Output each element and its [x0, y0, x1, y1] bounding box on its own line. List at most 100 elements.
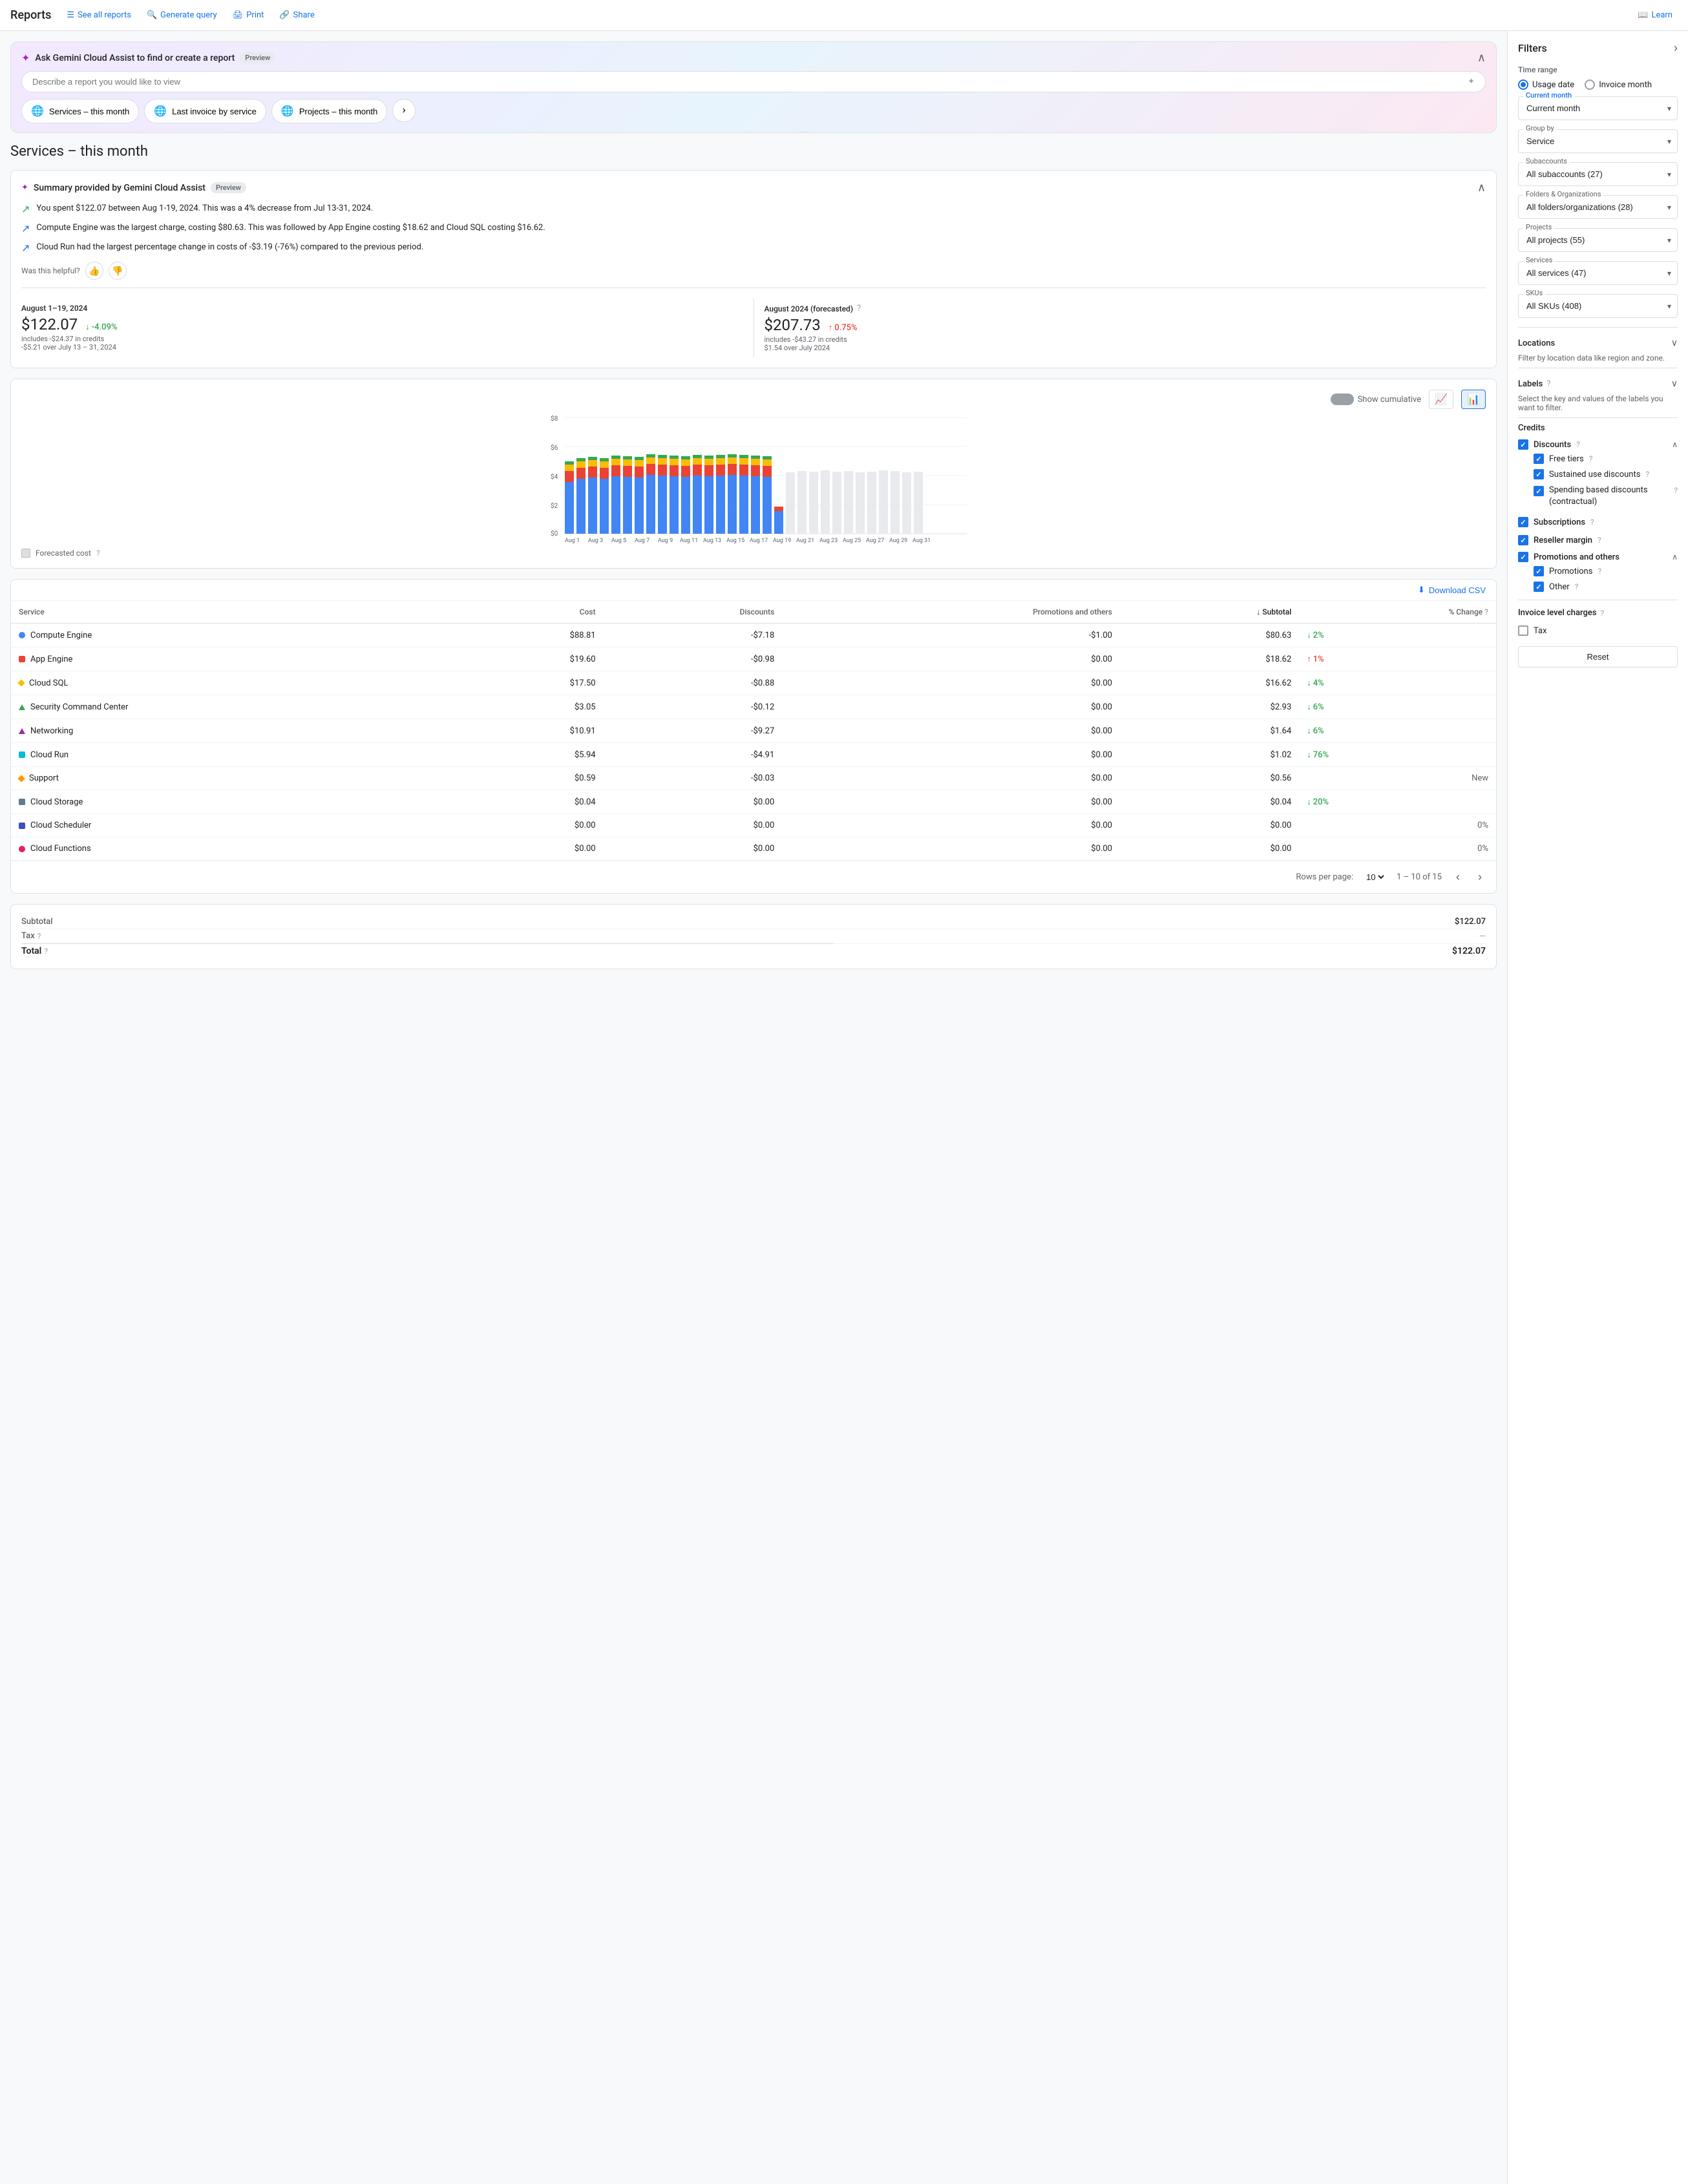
invoice-month-radio[interactable]: Invoice month — [1585, 79, 1652, 90]
collapse-summary-button[interactable]: ∧ — [1477, 181, 1486, 194]
download-csv-button[interactable]: ⬇ Download CSV — [1418, 585, 1486, 595]
gemini-bar: ✦ Ask Gemini Cloud Assist to find or cre… — [10, 41, 1497, 133]
help-icon-invoice[interactable]: ? — [1601, 609, 1605, 618]
table-row: App Engine $19.60 -$0.98 $0.00 $18.62 ↑1… — [11, 647, 1496, 671]
help-icon-forecast[interactable]: ? — [857, 304, 861, 313]
promotions-header[interactable]: ✓ Promotions and others ∧ — [1518, 551, 1678, 563]
quick-report-next[interactable]: › — [392, 99, 416, 122]
chart-card: Show cumulative 📈 📊 $8 $6 $4 $2 $0 — [10, 379, 1497, 569]
table-row: Compute Engine $88.81 -$7.18 -$1.00 $80.… — [11, 624, 1496, 647]
reset-button[interactable]: Reset — [1518, 646, 1678, 667]
promotions-parent-checkbox[interactable]: ✓ — [1518, 552, 1528, 562]
help-icon-tax[interactable]: ? — [37, 932, 41, 941]
table-row: Cloud SQL $17.50 -$0.88 $0.00 $16.62 ↓4% — [11, 671, 1496, 695]
link-icon: 🔗 — [279, 10, 290, 20]
other-checkbox[interactable]: ✓ — [1534, 582, 1544, 592]
gemini-input-row: ✦ — [21, 71, 1486, 92]
thumbs-down-button[interactable]: 👎 — [109, 262, 127, 280]
invoice-charges-label: Invoice level charges — [1518, 608, 1597, 618]
page-title: Services – this month — [10, 143, 1497, 160]
tax-checkbox[interactable] — [1518, 625, 1528, 636]
services-icon: 🌐 — [31, 105, 44, 118]
free-tiers-checkbox[interactable]: ✓ — [1534, 454, 1544, 464]
help-icon-labels[interactable]: ? — [1546, 379, 1550, 389]
help-icon-reseller[interactable]: ? — [1598, 536, 1601, 545]
generate-query-link[interactable]: 🔍 Generate query — [142, 8, 222, 23]
current-month-select[interactable]: Current month Last month Custom range — [1518, 96, 1678, 120]
quick-report-invoice[interactable]: 🌐 Last invoice by service — [144, 99, 266, 123]
group-by-floating-label: Group by — [1523, 124, 1557, 132]
usage-date-radio[interactable]: Usage date — [1518, 79, 1574, 90]
next-page-button[interactable]: › — [1474, 869, 1486, 885]
time-range-section: Time range Usage date Invoice month Curr… — [1518, 65, 1678, 120]
stat-change-current: ↓ -4.09% — [85, 322, 117, 332]
help-icon-free-tiers[interactable]: ? — [1589, 454, 1593, 463]
share-link[interactable]: 🔗 Share — [274, 8, 319, 23]
help-icon-other[interactable]: ? — [1575, 582, 1579, 591]
sustained-use-checkbox[interactable]: ✓ — [1534, 469, 1544, 479]
help-icon-subscriptions[interactable]: ? — [1590, 518, 1594, 527]
see-all-reports-link[interactable]: ☰ See all reports — [61, 8, 136, 23]
col-service: Service — [11, 601, 456, 624]
sidebar-title: Filters — [1518, 42, 1547, 54]
totals-bar: Subtotal $122.07 Tax ? — Total ? — [10, 904, 1497, 969]
help-icon-total[interactable]: ? — [44, 947, 48, 956]
svg-text:Aug 27: Aug 27 — [866, 538, 884, 543]
table-row: Cloud Storage $0.04 $0.00 $0.00 $0.04 ↓2… — [11, 790, 1496, 814]
cumulative-label: Show cumulative — [1358, 395, 1422, 404]
rows-per-page-select[interactable]: 10 25 50 — [1364, 872, 1386, 883]
table-row: Networking $10.91 -$9.27 $0.00 $1.64 ↓6% — [11, 719, 1496, 743]
svg-text:Aug 3: Aug 3 — [588, 538, 603, 543]
learn-link[interactable]: 📖 Learn — [1632, 8, 1678, 23]
prev-page-button[interactable]: ‹ — [1452, 869, 1464, 885]
promotions-others-label: Promotions and others — [1534, 552, 1619, 562]
discounts-group: ✓ Discounts ? ∧ ✓ Free tiers ? — [1518, 438, 1678, 510]
tax-value: — — [833, 929, 1486, 944]
subaccounts-select[interactable]: All subaccounts (27) — [1518, 162, 1678, 186]
line-chart-btn[interactable]: 📈 — [1429, 390, 1453, 409]
gemini-submit-icon[interactable]: ✦ — [1468, 77, 1475, 87]
help-icon-spending[interactable]: ? — [1674, 486, 1678, 495]
subscriptions-checkbox[interactable]: ✓ — [1518, 517, 1528, 527]
up-arrow-icon: ↑ — [828, 322, 833, 333]
promotions-checkbox[interactable]: ✓ — [1534, 566, 1544, 576]
help-icon-forecasted[interactable]: ? — [96, 549, 100, 558]
down-arrow-icon: ↓ — [85, 322, 90, 332]
help-icon-discounts[interactable]: ? — [1576, 440, 1580, 449]
col-change[interactable]: % Change ? — [1299, 601, 1496, 624]
quick-report-services[interactable]: 🌐 Services – this month — [21, 99, 139, 123]
summary-bullet-2: ↗ Compute Engine was the largest charge,… — [21, 222, 1486, 235]
print-link[interactable]: 🖨 Print — [227, 8, 269, 23]
collapse-gemini-button[interactable]: ∧ — [1477, 51, 1486, 65]
services-select[interactable]: All services (47) — [1518, 261, 1678, 285]
projects-select[interactable]: All projects (55) — [1518, 228, 1678, 252]
quick-report-projects[interactable]: 🌐 Projects – this month — [271, 99, 387, 123]
cumulative-toggle[interactable]: Show cumulative — [1331, 394, 1422, 405]
gemini-input[interactable] — [32, 77, 1462, 87]
expand-sidebar-button[interactable]: › — [1674, 41, 1678, 55]
svg-text:$4: $4 — [551, 472, 558, 481]
stat-period-forecasted: August 2024 (forecasted) — [765, 304, 854, 313]
trend-icon-3: ↗ — [21, 242, 30, 254]
labels-header[interactable]: Labels ? ∨ — [1518, 373, 1678, 394]
top-nav: Reports ☰ See all reports 🔍 Generate que… — [0, 0, 1688, 31]
projects-floating-label: Projects — [1523, 223, 1554, 231]
help-icon-sustained[interactable]: ? — [1645, 470, 1649, 479]
promotions-item: ✓ Promotions ? — [1534, 563, 1678, 579]
discounts-header[interactable]: ✓ Discounts ? ∧ — [1518, 438, 1678, 451]
group-by-select[interactable]: Service Project SKU — [1518, 129, 1678, 153]
reseller-margin-checkbox[interactable]: ✓ — [1518, 535, 1528, 545]
locations-label: Locations — [1518, 339, 1555, 348]
folders-select[interactable]: All folders/organizations (28) — [1518, 195, 1678, 219]
spending-based-checkbox[interactable]: ✓ — [1534, 486, 1544, 496]
skus-select[interactable]: All SKUs (408) — [1518, 294, 1678, 318]
help-icon-promotions[interactable]: ? — [1598, 567, 1601, 576]
thumbs-up-button[interactable]: 👍 — [85, 262, 103, 280]
svg-text:Aug 11: Aug 11 — [680, 538, 698, 543]
locations-header[interactable]: Locations ∨ — [1518, 333, 1678, 353]
toggle-switch[interactable] — [1331, 394, 1354, 405]
bar-chart-btn[interactable]: 📊 — [1461, 390, 1486, 409]
col-subtotal[interactable]: ↓ Subtotal — [1120, 601, 1299, 624]
discounts-checkbox[interactable]: ✓ — [1518, 439, 1528, 450]
services-floating-label: Services — [1523, 256, 1555, 264]
